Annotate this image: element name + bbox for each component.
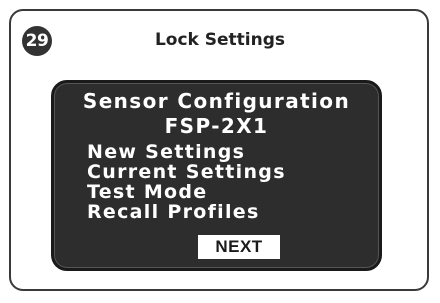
screen-title: Sensor Configuration: [82, 89, 351, 113]
settings-menu: New Settings Current Settings Test Mode …: [87, 142, 286, 222]
device-display-screen: Sensor Configuration FSP-2X1 New Setting…: [51, 80, 382, 271]
page-title: Lock Settings: [154, 30, 286, 50]
menu-item-new-settings[interactable]: New Settings: [87, 142, 286, 162]
step-number-badge: 29: [22, 26, 52, 56]
next-button[interactable]: NEXT: [198, 235, 280, 259]
menu-item-current-settings[interactable]: Current Settings: [87, 162, 286, 182]
menu-item-recall-profiles[interactable]: Recall Profiles: [87, 202, 286, 222]
device-model-label: FSP-2X1: [164, 114, 269, 138]
menu-item-test-mode[interactable]: Test Mode: [87, 182, 286, 202]
